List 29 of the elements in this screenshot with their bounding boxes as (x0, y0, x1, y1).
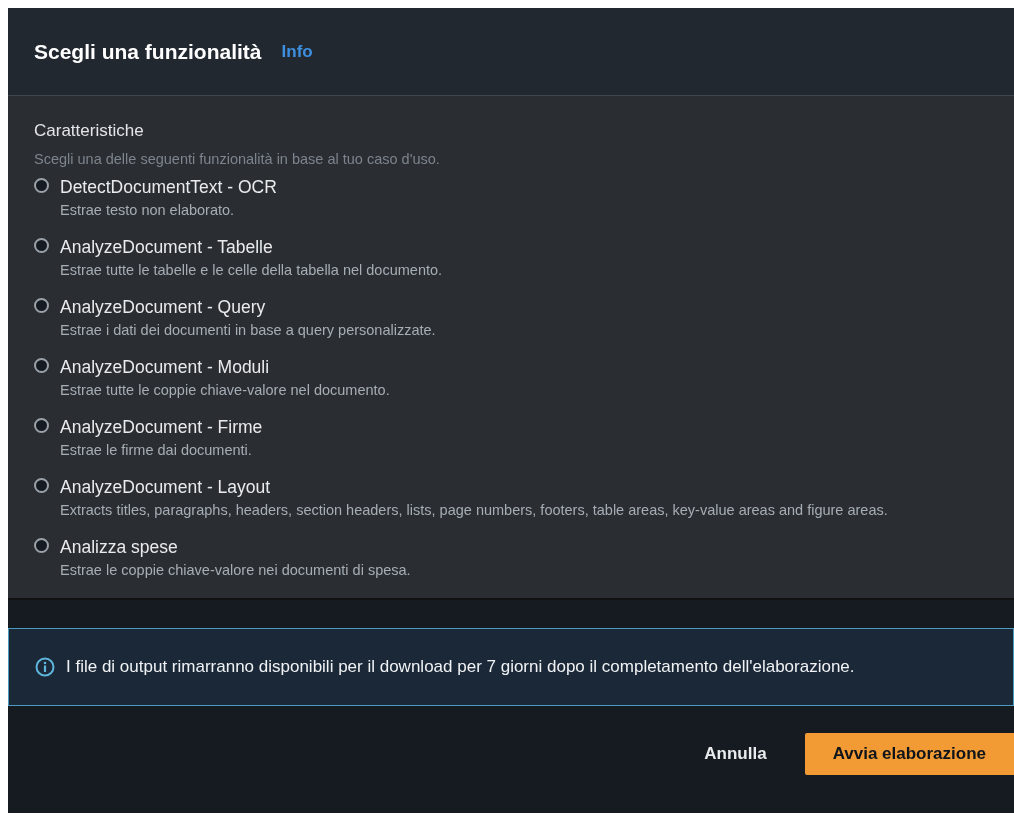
section-title: Scegli una funzionalità (34, 39, 262, 64)
radio-button[interactable] (34, 178, 49, 193)
info-icon (35, 657, 55, 677)
option-description: Estrae le coppie chiave-valore nei documenti di spesa. (60, 561, 411, 580)
option-description: Extracts titles, paragraphs, headers, section headers, lists, page numbers, footers, table areas, key-value areas and figure areas. (60, 501, 888, 520)
option-label[interactable]: AnalyzeDocument - Layout (60, 476, 888, 498)
radio-button[interactable] (34, 358, 49, 373)
option-label[interactable]: AnalyzeDocument - Tabelle (60, 236, 443, 258)
radio-button[interactable] (34, 238, 49, 253)
field-description: Scegli una delle seguenti funzionalità in base al tuo caso d'uso. (34, 151, 441, 167)
option-description: Estrae tutte le coppie chiave-valore nel documento. (60, 381, 390, 400)
info-link[interactable]: Info (281, 41, 313, 62)
radio-button[interactable] (34, 418, 49, 433)
option-description: Estrae le firme dai documenti. (60, 441, 253, 460)
option-description: Estrae i dati dei documenti in base a query personalizzate. (60, 321, 436, 340)
cancel-button[interactable]: Annulla (690, 736, 781, 772)
alert-message: I file di output rimarranno disponibili per il download per 7 giorni dopo il completamento dell'elaborazione. (66, 657, 855, 677)
radio-button[interactable] (34, 538, 49, 553)
field-label: Caratteristiche (34, 121, 145, 141)
option-label[interactable]: Analizza spese (60, 536, 411, 558)
radio-button[interactable] (34, 478, 49, 493)
option-label[interactable]: AnalyzeDocument - Query (60, 296, 436, 318)
option-label[interactable]: DetectDocumentText - OCR (60, 176, 277, 198)
start-button[interactable]: Avvia elaborazione (804, 733, 1014, 775)
option-description: Estrae testo non elaborato. (60, 201, 236, 220)
radio-button[interactable] (34, 298, 49, 313)
option-label[interactable]: AnalyzeDocument - Firme (60, 416, 263, 438)
option-description: Estrae tutte le tabelle e le celle della tabella nel documento. (60, 261, 443, 280)
option-label[interactable]: AnalyzeDocument - Moduli (60, 356, 390, 378)
